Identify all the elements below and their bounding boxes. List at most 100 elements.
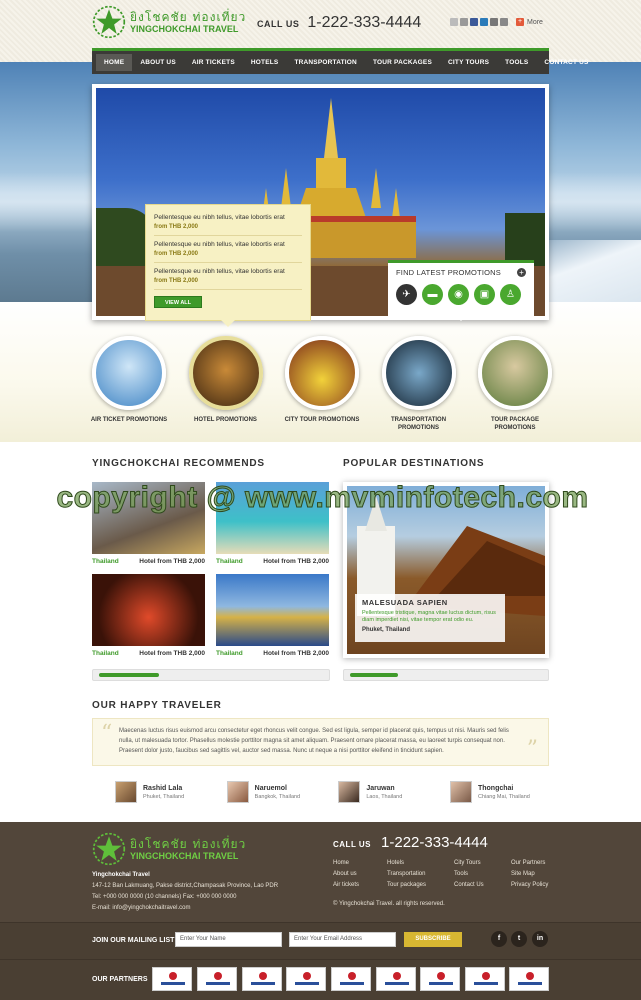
footer-call-us: CALL US 1-222-333-4444	[333, 834, 488, 851]
bell-photo	[188, 336, 263, 410]
footer-link-air-tickets[interactable]: Air tickets	[333, 882, 359, 888]
footer-link-privacy[interactable]: Privacy Policy	[511, 882, 548, 888]
more-label: More	[527, 18, 543, 26]
plus-circle-icon[interactable]: +	[517, 268, 526, 277]
car-photo	[381, 336, 456, 410]
footer-link-home[interactable]: Home	[333, 860, 349, 866]
category-city-tour[interactable]: CITY TOUR PROMOTIONS	[285, 336, 359, 436]
recommend-card[interactable]: Thailand Hotel from THB 2,000	[216, 574, 329, 657]
nav-air-tickets[interactable]: AIR TICKETS	[184, 54, 243, 71]
avatar	[226, 781, 249, 803]
recommend-price: Hotel from THB 2,000	[263, 558, 329, 565]
traveler[interactable]: Thongchai Chiang Mai, Thailand	[449, 781, 555, 803]
nav-tour-packages[interactable]: TOUR PACKAGES	[365, 54, 440, 71]
traveler[interactable]: Rashid Lala Phuket, Thailand	[115, 781, 220, 803]
recommends-title: YINGCHOKCHAI RECOMMENDS	[92, 458, 265, 469]
promo-item[interactable]: Pellentesque eu nibh tellus, vitae lobor…	[154, 263, 302, 290]
view-all-button[interactable]: VIEW ALL	[154, 296, 202, 308]
footer-link-tools[interactable]: Tools	[454, 871, 468, 877]
print-icon[interactable]	[460, 18, 468, 26]
more-share[interactable]: + More	[516, 18, 543, 26]
footer-logo[interactable]: ยิงโชคชัย ท่องเที่ยว YINGCHOKCHAI TRAVEL	[92, 832, 246, 866]
footer-copyright: © Yingchokchai Travel. all rights reserv…	[333, 901, 445, 907]
email-icon[interactable]	[450, 18, 458, 26]
partner-logo[interactable]	[286, 967, 326, 991]
footer-link-hotels[interactable]: Hotels	[387, 860, 404, 866]
airplane-photo	[92, 336, 166, 410]
avatar	[449, 781, 472, 803]
footer-link-about[interactable]: About us	[333, 871, 357, 877]
promo-item[interactable]: Pellentesque eu nibh tellus, vitae lobor…	[154, 236, 302, 263]
twitter-icon[interactable]	[480, 18, 488, 26]
twitter-icon[interactable]: t	[511, 931, 527, 947]
recommend-country: Thailand	[216, 558, 243, 565]
site-logo[interactable]: ยิงโชคชัย ท่องเที่ยว YINGCHOKCHAI TRAVEL	[92, 5, 246, 39]
partner-logo[interactable]	[465, 967, 505, 991]
linkedin-icon[interactable]: in	[532, 931, 548, 947]
logo-script: ยิงโชคชัย ท่องเที่ยว	[130, 836, 247, 851]
footer-call-number[interactable]: 1-222-333-4444	[381, 834, 488, 851]
plane-icon[interactable]: ✈	[396, 284, 417, 305]
footer-link-tour-packages[interactable]: Tour packages	[387, 882, 426, 888]
category-transportation[interactable]: TRANSPORTATION PROMOTIONS	[381, 336, 456, 436]
promo-title: Pellentesque eu nibh tellus, vitae lobor…	[154, 241, 285, 248]
nav-contact-us[interactable]: CONTACT US	[536, 54, 596, 71]
footer-link-sitemap[interactable]: Site Map	[511, 871, 535, 877]
category-air-ticket[interactable]: AIR TICKET PROMOTIONS	[91, 336, 167, 436]
traveler-name: Rashid Lala	[143, 784, 183, 792]
bookmark-icon[interactable]	[490, 18, 498, 26]
traveler-name: Naruemol	[254, 784, 287, 792]
footer-link-transportation[interactable]: Transportation	[387, 871, 425, 877]
partner-logo[interactable]	[509, 967, 549, 991]
traveler-name: Jaruwan	[366, 784, 395, 792]
car-icon[interactable]: ▣	[474, 284, 495, 305]
recommend-country: Thailand	[92, 558, 119, 565]
traveler-location: Laos, Thailand	[366, 793, 403, 800]
recommends-scrollbar[interactable]	[92, 669, 330, 681]
hiker-icon[interactable]: ♙	[500, 284, 521, 305]
nav-about-us[interactable]: ABOUT US	[132, 54, 184, 71]
call-number[interactable]: 1-222-333-4444	[307, 14, 421, 32]
family-photo	[478, 336, 552, 410]
facebook-icon[interactable]	[470, 18, 478, 26]
partner-logo[interactable]	[242, 967, 282, 991]
hero-snow	[548, 240, 641, 302]
footer-link-contact[interactable]: Contact Us	[454, 882, 484, 888]
category-label: CITY TOUR PROMOTIONS	[284, 417, 360, 423]
partner-logo[interactable]	[152, 967, 192, 991]
footer-links: Home About us Air tickets Hotels Transpo…	[333, 860, 553, 900]
nav-hotels[interactable]: HOTELS	[243, 54, 287, 71]
category-hotel[interactable]: HOTEL PROMOTIONS	[188, 336, 263, 436]
mailing-label: JOIN OUR MAILING LIST	[92, 937, 175, 944]
footer-email[interactable]: E-mail: info@yingchokchaitravel.com	[92, 903, 278, 914]
traveler[interactable]: Naruemol Bangkok, Thailand	[226, 781, 332, 803]
footer-link-city-tours[interactable]: City Tours	[454, 860, 481, 866]
nav-transportation[interactable]: TRANSPORTATION	[286, 54, 365, 71]
nav-tools[interactable]: TOOLS	[497, 54, 536, 71]
scrollbar-thumb[interactable]	[350, 673, 398, 677]
email-input[interactable]: Enter Your Email Address	[289, 932, 396, 947]
partner-logo[interactable]	[420, 967, 460, 991]
recommend-price: Hotel from THB 2,000	[139, 558, 205, 565]
category-tour-package[interactable]: TOUR PACKAGE PROMOTIONS	[478, 336, 552, 436]
partner-logo[interactable]	[331, 967, 371, 991]
subscribe-button[interactable]: SUBSCRIBE	[404, 932, 462, 947]
popular-scrollbar[interactable]	[343, 669, 549, 681]
recommend-price: Hotel from THB 2,000	[139, 650, 205, 657]
promo-item[interactable]: Pellentesque eu nibh tellus, vitae lobor…	[154, 209, 302, 236]
partner-logo[interactable]	[197, 967, 237, 991]
traveler[interactable]: Jaruwan Laos, Thailand	[338, 781, 443, 803]
footer-link-partners[interactable]: Our Partners	[511, 860, 545, 866]
share-icon[interactable]	[500, 18, 508, 26]
name-input[interactable]: Enter Your Name	[175, 932, 282, 947]
avatar	[115, 781, 137, 803]
recommend-card[interactable]: Thailand Hotel from THB 2,000	[92, 574, 205, 657]
camera-icon[interactable]: ◉	[448, 284, 469, 305]
nav-city-tours[interactable]: CITY TOURS	[440, 54, 497, 71]
bed-icon[interactable]: ▬	[422, 284, 443, 305]
promo-price: from THB 2,000	[154, 224, 199, 230]
facebook-icon[interactable]: f	[491, 931, 507, 947]
partner-logo[interactable]	[376, 967, 416, 991]
scrollbar-thumb[interactable]	[99, 673, 159, 677]
nav-home[interactable]: HOME	[96, 54, 133, 71]
